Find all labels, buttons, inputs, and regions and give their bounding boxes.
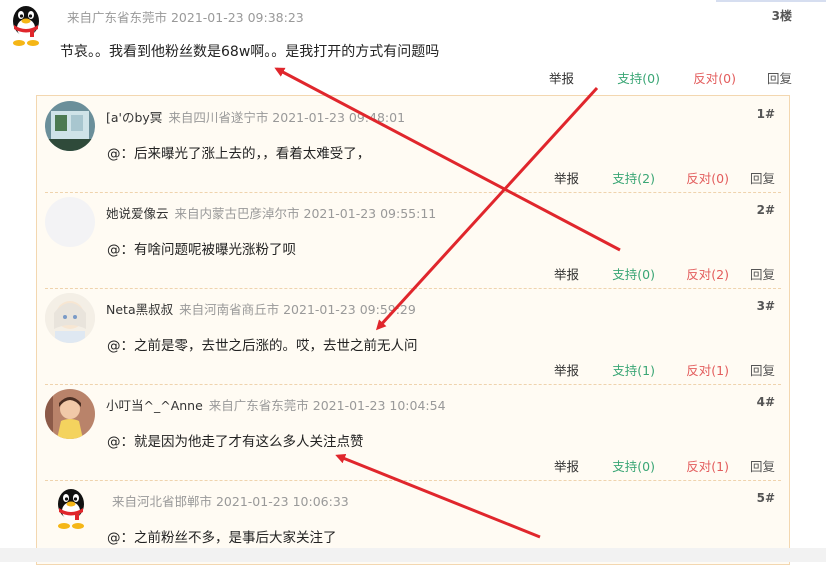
qq-penguin-icon [13, 6, 39, 46]
reply-location: 来自广东省东莞市 2021-01-23 10:04:54 [208, 398, 446, 413]
reply-user: 小叮当^_^Anne 来自广东省东莞市 2021-01-23 10:04:54 [106, 395, 446, 414]
oppose-button[interactable]: 反对(0) [686, 168, 729, 187]
reply-floor: 1# [756, 107, 775, 121]
avatar-image-icon [45, 101, 95, 151]
reply-item: Neta黑叔叔 来自河南省商丘市 2021-01-23 09:59:29 3# @… [45, 288, 781, 385]
support-button[interactable]: 支持(2) [612, 168, 655, 187]
reply-actions: 举报 支持(2) 反对(0) 回复 [554, 168, 775, 187]
qq-penguin-avatar[interactable] [6, 3, 46, 47]
user-avatar[interactable] [45, 293, 95, 343]
reply-floor: 5# [756, 491, 775, 505]
support-button[interactable]: 支持(1) [612, 360, 655, 379]
support-button[interactable]: 支持(0) [612, 264, 655, 283]
main-comment-meta: 来自广东省东莞市 2021-01-23 09:38:23 [67, 10, 304, 25]
main-comment-floor: 3楼 [771, 9, 792, 23]
report-button[interactable]: 举报 [554, 168, 579, 187]
reply-location: 来自河北省邯郸市 2021-01-23 10:06:33 [112, 494, 349, 509]
reply-username[interactable]: 小叮当^_^Anne [106, 398, 203, 413]
report-button[interactable]: 举报 [549, 68, 574, 87]
reply-actions: 举报 支持(1) 反对(1) 回复 [554, 360, 775, 379]
reply-floor: 3# [756, 299, 775, 313]
user-avatar[interactable] [45, 197, 95, 247]
oppose-button[interactable]: 反对(1) [686, 360, 729, 379]
reply-item: 小叮当^_^Anne 来自广东省东莞市 2021-01-23 10:04:54 4… [45, 384, 781, 481]
reply-text: @：有啥问题呢被曝光涨粉了呗 [107, 242, 296, 258]
avatar-image-icon [45, 293, 95, 343]
reply-text: @：后来曝光了涨上去的，，看着太难受了， [107, 146, 371, 162]
oppose-button[interactable]: 反对(2) [686, 264, 729, 283]
main-comment: 来自广东省东莞市 2021-01-23 09:38:23 3楼 节哀。。我看到他… [0, 0, 826, 90]
oppose-button[interactable]: 反对(0) [693, 68, 736, 87]
report-button[interactable]: 举报 [554, 360, 579, 379]
qq-penguin-avatar[interactable] [51, 486, 91, 530]
reply-floor: 4# [756, 395, 775, 409]
reply-actions: 举报 支持(0) 反对(1) 回复 [554, 456, 775, 475]
reply-location: 来自内蒙古巴彦淖尔市 2021-01-23 09:55:11 [174, 206, 437, 221]
reply-button[interactable]: 回复 [750, 168, 775, 187]
reply-floor: 2# [756, 203, 775, 217]
reply-location: 来自四川省遂宁市 2021-01-23 09:48:01 [168, 110, 406, 125]
reply-user: 她说爱像云 来自内蒙古巴彦淖尔市 2021-01-23 09:55:11 [106, 203, 436, 222]
oppose-button[interactable]: 反对(1) [686, 456, 729, 475]
reply-button[interactable]: 回复 [750, 360, 775, 379]
reply-username[interactable]: Neta黑叔叔 [106, 302, 173, 317]
reply-text: @：就是因为他走了才有这么多人关注点赞 [107, 434, 364, 450]
avatar-image-icon [45, 389, 95, 439]
bottom-bar [0, 548, 826, 562]
reply-user: [a'のby冥 来自四川省遂宁市 2021-01-23 09:48:01 [106, 107, 405, 126]
reply-user: Neta黑叔叔 来自河南省商丘市 2021-01-23 09:59:29 [106, 299, 416, 318]
reply-button[interactable]: 回复 [750, 264, 775, 283]
main-comment-text: 节哀。。我看到他粉丝数是68w啊。。是我打开的方式有问题吗 [60, 44, 440, 60]
reply-text: @：之前粉丝不多，是事后大家关注了 [107, 530, 337, 546]
reply-button[interactable]: 回复 [750, 456, 775, 475]
reply-username[interactable]: 她说爱像云 [106, 206, 169, 221]
report-button[interactable]: 举报 [554, 456, 579, 475]
qq-penguin-icon [58, 489, 84, 529]
reply-user: 来自河北省邯郸市 2021-01-23 10:06:33 [112, 491, 349, 510]
user-avatar[interactable] [45, 389, 95, 439]
user-avatar[interactable] [45, 101, 95, 151]
support-button[interactable]: 支持(0) [617, 68, 660, 87]
reply-username[interactable]: [a'のby冥 [106, 110, 162, 125]
reply-item: 她说爱像云 来自内蒙古巴彦淖尔市 2021-01-23 09:55:11 2# @… [45, 192, 781, 289]
reply-item: [a'のby冥 来自四川省遂宁市 2021-01-23 09:48:01 1# @… [45, 96, 781, 193]
report-button[interactable]: 举报 [554, 264, 579, 283]
support-button[interactable]: 支持(0) [612, 456, 655, 475]
reply-button[interactable]: 回复 [767, 68, 792, 87]
reply-list: [a'のby冥 来自四川省遂宁市 2021-01-23 09:48:01 1# @… [36, 95, 790, 565]
reply-text: @：之前是零，去世之后涨的。哎，去世之前无人问 [107, 338, 418, 354]
reply-location: 来自河南省商丘市 2021-01-23 09:59:29 [179, 302, 416, 317]
reply-actions: 举报 支持(0) 反对(2) 回复 [554, 264, 775, 283]
